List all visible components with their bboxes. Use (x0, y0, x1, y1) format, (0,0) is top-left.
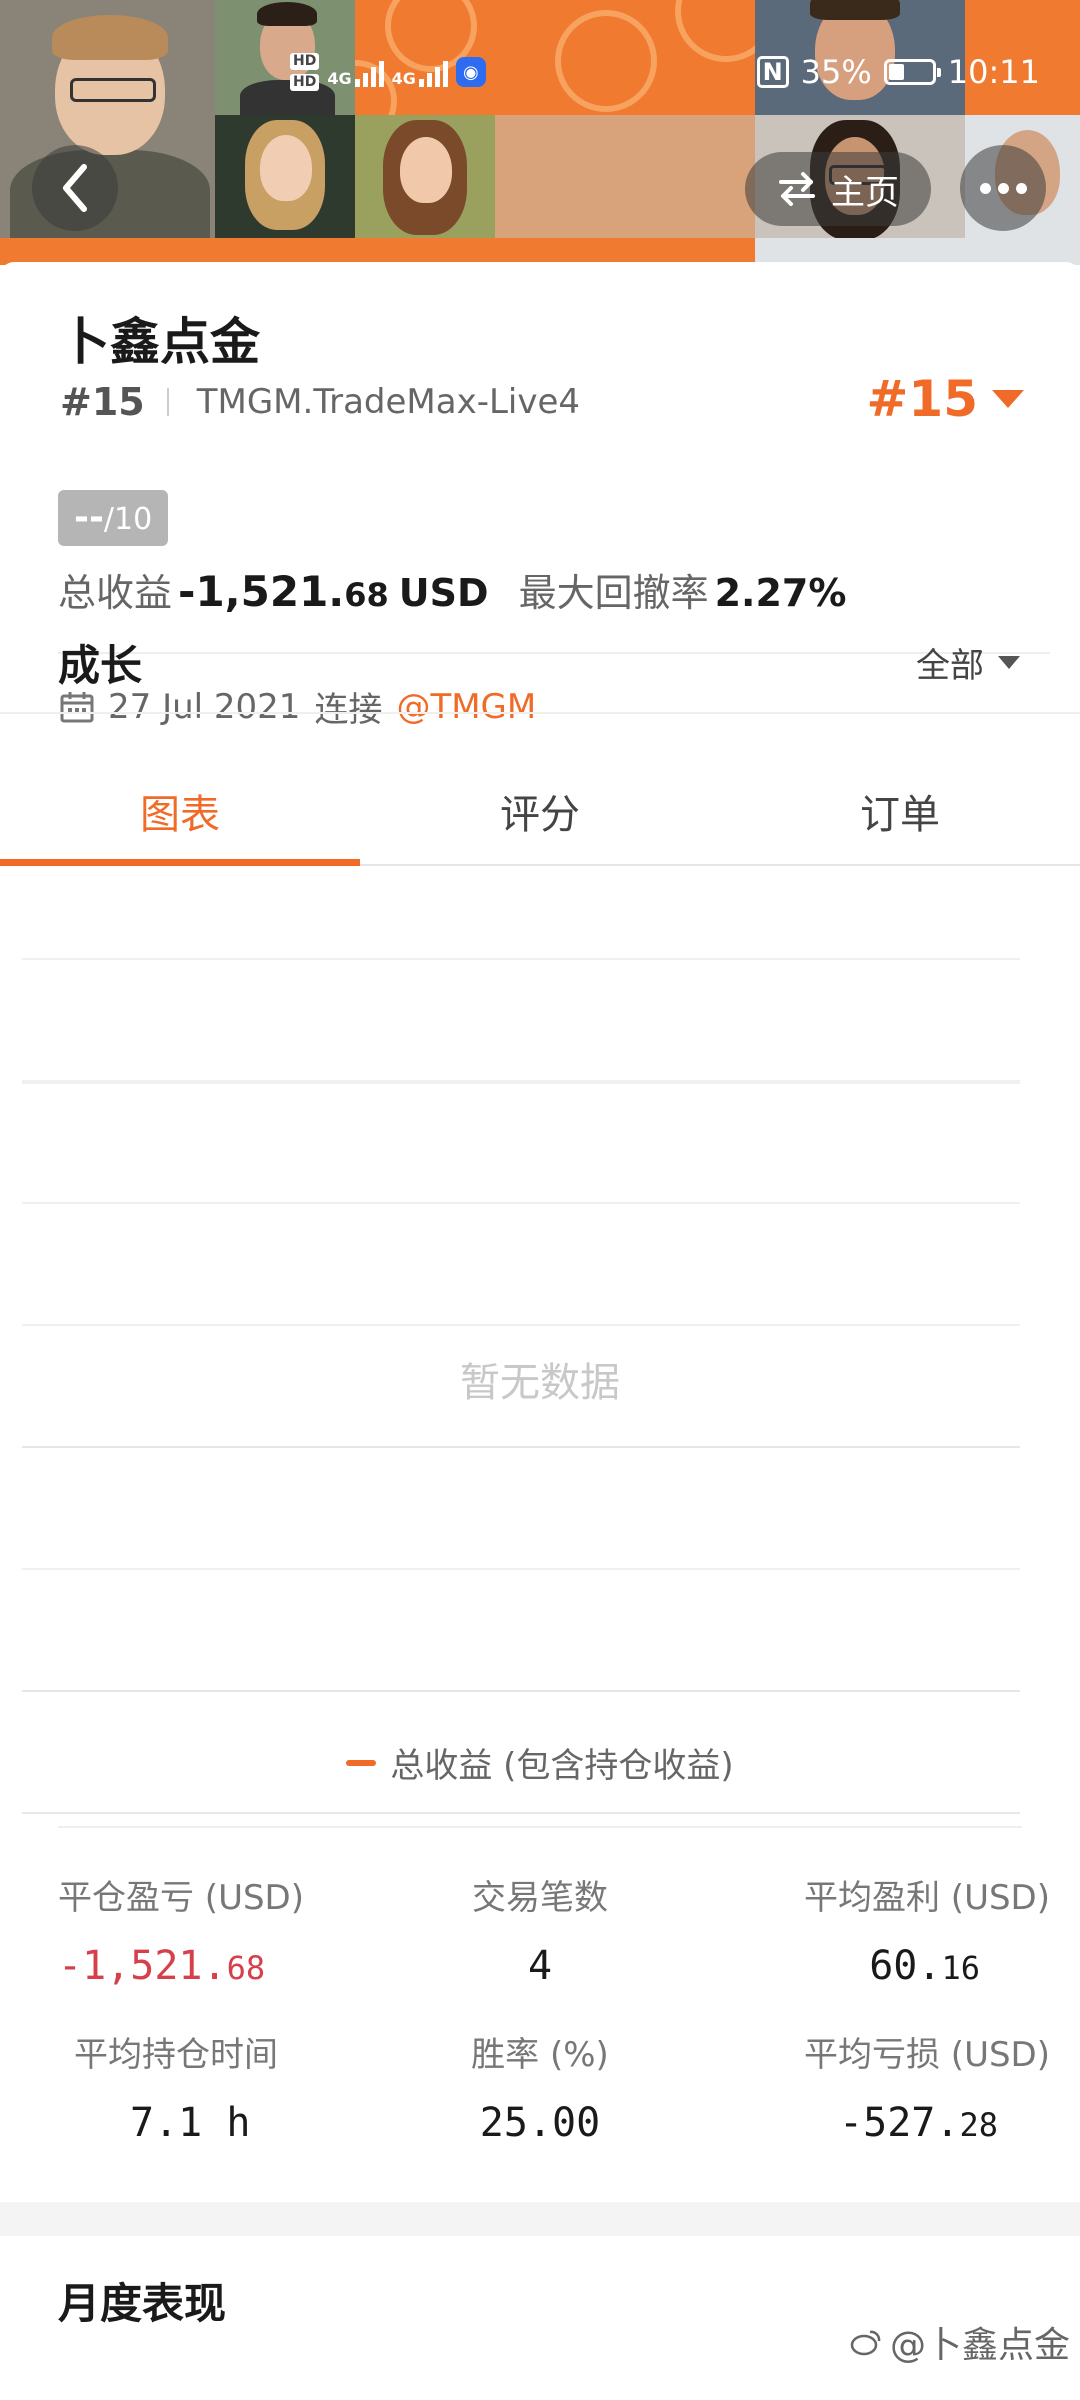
stats-row: 平均持仓时间 7.1 h 胜率 (%) 25.00 平均亏损 (USD) -52… (30, 2027, 1050, 2146)
score-value: -- (74, 497, 104, 538)
caret-down-icon (992, 390, 1024, 408)
header-collage: HD HD 4G 4G ◉ N 35% 10:11 主页 (0, 0, 1080, 265)
stats-row: 平仓盈亏 (USD) -1,521.68 交易笔数 4 平均盈利 (USD) 6… (30, 1870, 1050, 1989)
battery-icon (883, 59, 941, 85)
page-title: 卜鑫点金 (60, 313, 260, 371)
clock: 10:11 (947, 53, 1040, 91)
watermark-text: @卜鑫点金 (889, 2325, 1070, 2366)
growth-chart (22, 712, 1020, 1814)
growth-section-header: 成长 全部 (0, 604, 1080, 714)
chart-legend: 总收益 (包含持仓收益) (0, 1738, 1080, 1787)
weibo-icon (850, 2330, 881, 2356)
score-badge: -- /10 (58, 490, 169, 546)
section-title: 成长 (58, 641, 143, 690)
more-icon (979, 182, 991, 194)
status-bar-left: HD HD 4G 4G ◉ (290, 52, 486, 92)
score-max: /10 (103, 502, 153, 537)
stat-avg-loss: 平均亏损 (USD) -527.28 (710, 2027, 1050, 2146)
stat-label: 平均亏损 (USD) (804, 2035, 1050, 2075)
legend-label: 总收益 (包含持仓收益) (390, 1746, 734, 1786)
stat-avg-profit: 平均盈利 (USD) 60.16 (710, 1870, 1050, 1989)
network-type: 4G (327, 69, 352, 88)
stat-value: 4 (527, 1943, 553, 1989)
rank-label: #15 (60, 380, 145, 424)
notification-bulb-icon: ◉ (455, 57, 486, 87)
gridline (22, 1324, 1020, 1326)
watermark: @卜鑫点金 (850, 2316, 1070, 2368)
empty-state-text: 暂无数据 (460, 1360, 620, 1406)
pattern-tile (495, 0, 755, 115)
stat-value: -1,521.68 (58, 1943, 266, 1989)
divider (58, 1826, 1022, 1828)
server-name: TMGM.TradeMax-Live4 (196, 382, 581, 422)
range-filter[interactable]: 全部 (916, 638, 1020, 687)
stat-trade-count: 交易笔数 4 (370, 1870, 710, 1989)
gridline (22, 1568, 1020, 1570)
stat-avg-hold-time: 平均持仓时间 7.1 h (30, 2027, 370, 2146)
stat-value: 25.00 (479, 2100, 601, 2146)
swap-icon (779, 172, 815, 206)
stat-label: 平均持仓时间 (74, 2035, 278, 2075)
signal-icon: 4G (327, 57, 384, 88)
gridline (22, 958, 1020, 960)
home-button[interactable]: 主页 (745, 152, 931, 226)
gridline (22, 1446, 1020, 1448)
stats-grid: 平仓盈亏 (USD) -1,521.68 交易笔数 4 平均盈利 (USD) 6… (30, 1870, 1050, 2184)
avatar-tile (355, 115, 495, 240)
status-bar-right: N 35% 10:11 (756, 52, 1040, 92)
avatar-tile (495, 115, 755, 240)
back-button[interactable] (32, 145, 118, 231)
filter-label: 全部 (916, 646, 984, 686)
legend-swatch (346, 1759, 377, 1766)
stat-closed-pnl: 平仓盈亏 (USD) -1,521.68 (30, 1870, 370, 1989)
battery-percent: 35% (800, 53, 872, 91)
more-button[interactable] (960, 145, 1046, 231)
caret-down-icon (998, 656, 1020, 669)
hd-icon: HD HD (290, 53, 320, 91)
chevron-left-icon (63, 164, 87, 212)
stat-win-rate: 胜率 (%) 25.00 (370, 2027, 710, 2146)
gridline (22, 1812, 1020, 1814)
rank-line: #15 TMGM.TradeMax-Live4 (60, 380, 580, 424)
divider (166, 388, 169, 416)
gridline (22, 1202, 1020, 1204)
monthly-section-title: 月度表现 (58, 2279, 227, 2328)
gridline (22, 1082, 1020, 1084)
gridline (22, 1690, 1020, 1692)
stat-label: 胜率 (%) (471, 2035, 609, 2075)
section-separator (0, 2202, 1080, 2236)
stat-value: -527.28 (839, 2100, 998, 2146)
nfc-icon: N (756, 56, 789, 88)
rank-dropdown[interactable]: #15 (867, 370, 1024, 428)
stat-label: 平均盈利 (USD) (804, 1878, 1050, 1918)
stat-label: 平仓盈亏 (USD) (58, 1878, 304, 1918)
signal-icon: 4G (392, 57, 448, 87)
stat-value: 7.1 h (130, 2100, 251, 2146)
avatar-tile (215, 115, 355, 240)
home-label: 主页 (831, 172, 899, 213)
rank-big-label: #15 (866, 370, 978, 428)
stat-value: 60.16 (869, 1943, 980, 1989)
stat-label: 交易笔数 (472, 1878, 608, 1918)
